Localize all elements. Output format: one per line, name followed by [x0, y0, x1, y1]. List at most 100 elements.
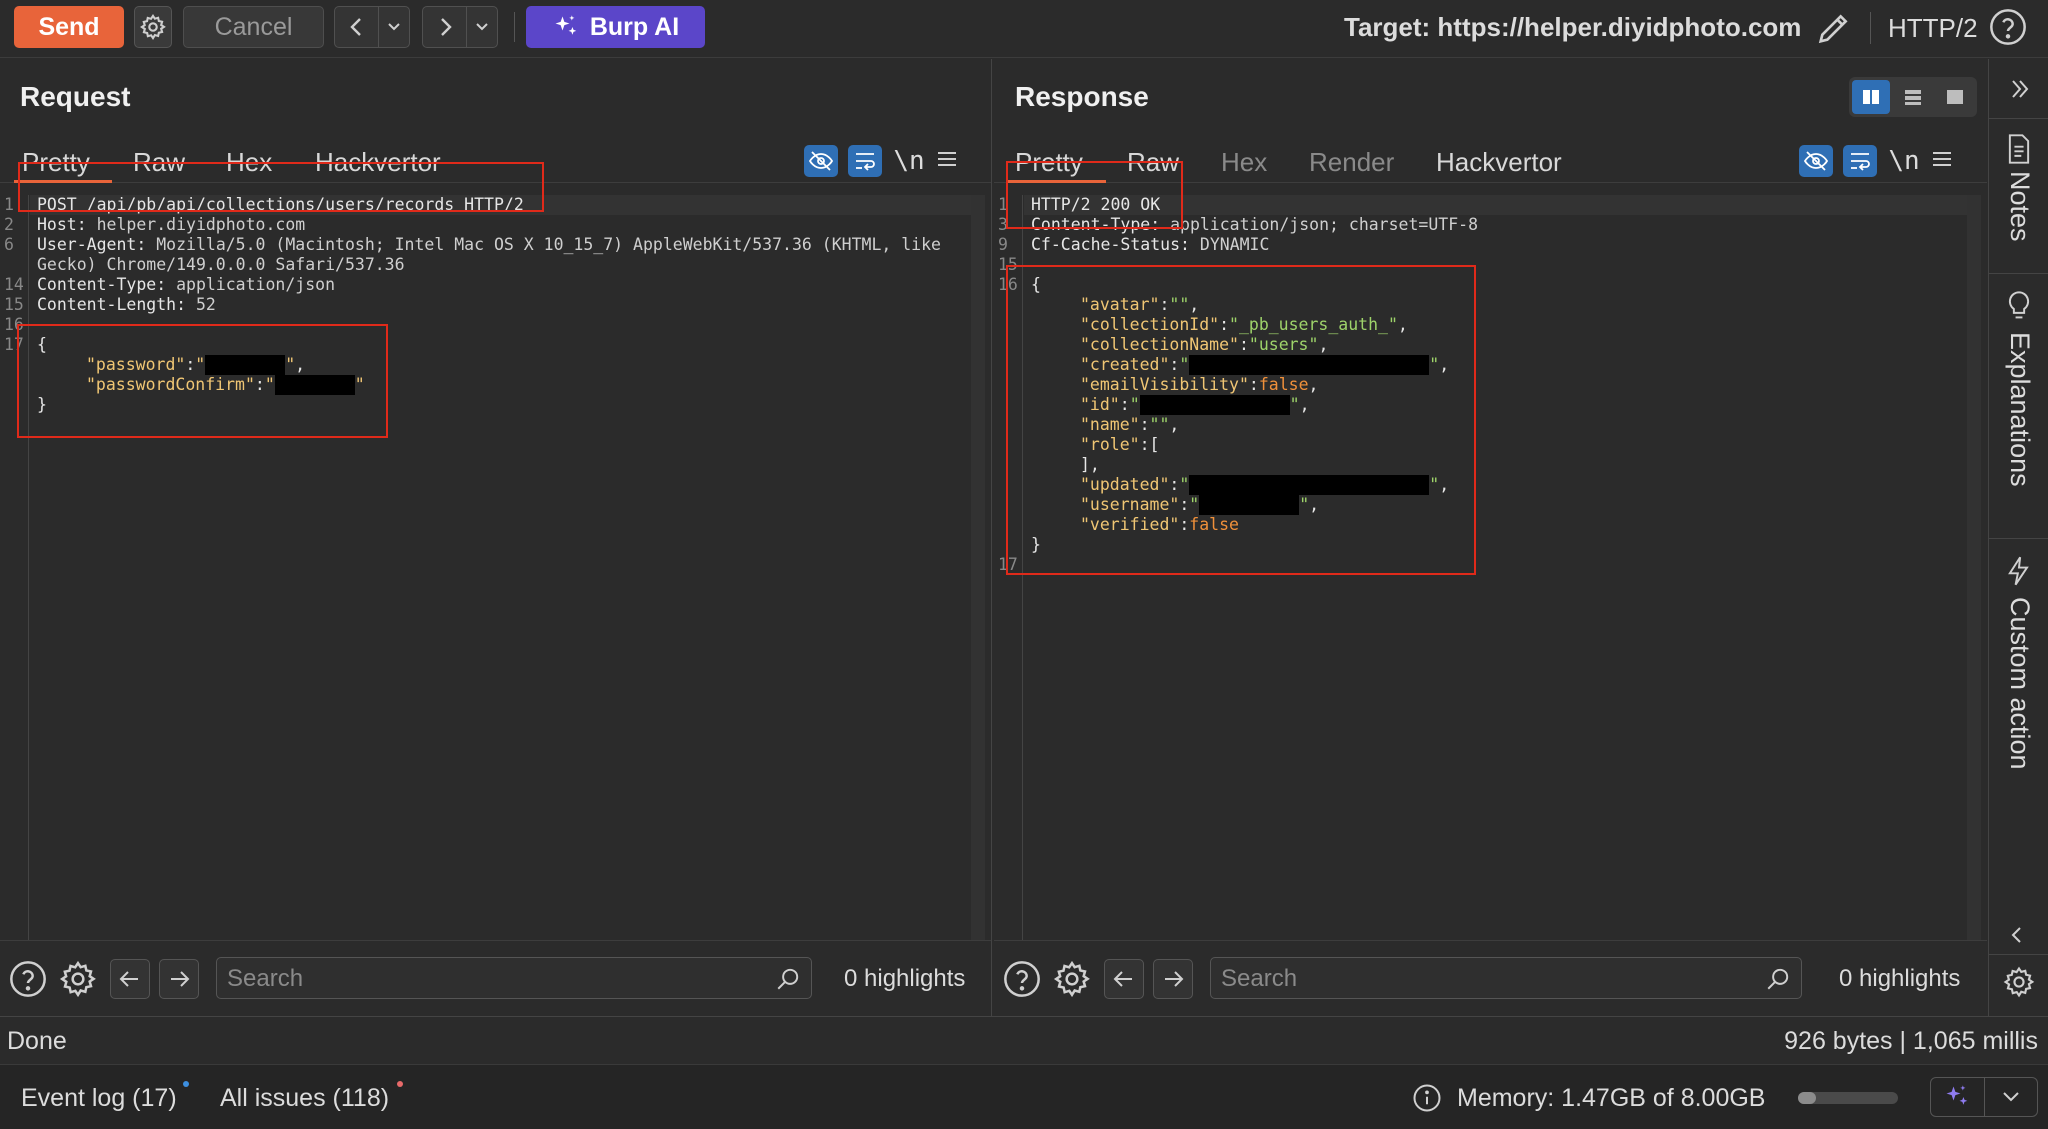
header-name: Host:	[37, 215, 87, 234]
request-search-bar: Search 0 highlights	[0, 940, 991, 1016]
response-tab-hex[interactable]: Hex	[1221, 147, 1267, 178]
next-request-group	[422, 6, 498, 48]
gear-icon	[2003, 966, 2035, 998]
rows-icon	[1905, 90, 1921, 105]
request-editor[interactable]: 1 POST /api/pb/api/collections/users/reco…	[0, 195, 991, 940]
response-search-input[interactable]: Search	[1210, 957, 1802, 999]
layout-toggle	[1849, 77, 1977, 117]
sidebar-label: Notes	[2005, 171, 2035, 242]
event-log-link[interactable]: Event log (17)	[21, 1084, 177, 1113]
header-name: User-Agent:	[37, 235, 147, 254]
request-editor-options: \n	[804, 145, 958, 177]
send-settings-button[interactable]	[134, 6, 172, 48]
search-icon	[777, 968, 799, 990]
editor-menu-button[interactable]	[936, 149, 958, 174]
search-icon	[1767, 968, 1789, 990]
arrow-right-icon	[1165, 971, 1184, 987]
request-scrollbar[interactable]	[971, 195, 985, 940]
cancel-button[interactable]: Cancel	[183, 6, 324, 48]
header-value: DYNAMIC	[1189, 235, 1270, 254]
next-history-dropdown[interactable]	[467, 7, 497, 47]
burp-ai-label: Burp AI	[589, 12, 680, 41]
http-version-label[interactable]: HTTP/2	[1888, 13, 1978, 44]
all-issues-link[interactable]: All issues (118)	[220, 1084, 389, 1113]
response-scrollbar[interactable]	[1967, 195, 1981, 940]
response-editor-options: \n	[1799, 145, 1953, 177]
hide-non-printable-button[interactable]	[804, 145, 838, 177]
info-icon	[1413, 1084, 1441, 1112]
search-settings-button[interactable]	[58, 959, 98, 1004]
search-settings-button[interactable]	[1052, 959, 1092, 1004]
burp-ai-button[interactable]: Burp AI	[526, 6, 705, 48]
help-icon	[1004, 961, 1040, 997]
pencil-icon	[1818, 14, 1848, 44]
search-previous-button[interactable]	[1104, 959, 1144, 999]
annotation-box-request-body	[17, 324, 388, 438]
next-button[interactable]	[423, 7, 467, 47]
annotation-box-response-body	[1006, 265, 1476, 575]
line-number: 6	[4, 235, 14, 254]
response-tab-hackvertor[interactable]: Hackvertor	[1436, 147, 1562, 178]
search-next-button[interactable]	[1153, 959, 1193, 999]
header-value: Mozilla/5.0 (Macintosh; Intel Mac OS X 1…	[146, 235, 941, 254]
layout-side-by-side-button[interactable]	[1852, 80, 1890, 114]
search-next-button[interactable]	[159, 959, 199, 999]
wrap-text-icon	[1851, 153, 1870, 171]
toolbar-divider	[514, 12, 515, 42]
previous-history-dropdown[interactable]	[379, 7, 409, 47]
editor-menu-button[interactable]	[1931, 149, 1953, 174]
hamburger-menu-icon	[1933, 151, 1951, 166]
line-number: 2	[4, 215, 14, 234]
sidebar-item-notes[interactable]: Notes	[1989, 119, 2048, 274]
help-button[interactable]	[1988, 7, 2028, 52]
response-stats: 926 bytes | 1,065 millis	[1784, 1027, 2038, 1055]
collapse-sidebar-button[interactable]	[1989, 59, 2048, 119]
request-search-input[interactable]: Search	[216, 957, 812, 999]
search-help-button[interactable]	[1002, 959, 1042, 1004]
single-pane-icon	[1947, 90, 1963, 104]
hide-non-printable-button[interactable]	[1799, 145, 1833, 177]
header-name: Content-Type:	[37, 275, 167, 294]
ai-menu-dropdown[interactable]	[1985, 1078, 2038, 1116]
toolbar: Send Cancel Burp AI Target: https://help…	[0, 0, 2048, 58]
chevron-left-icon[interactable]	[2009, 925, 2025, 945]
ai-assistant-button[interactable]	[1931, 1078, 1985, 1116]
sidebar-label: Explanations	[2005, 332, 2035, 487]
gutter-divider	[28, 195, 29, 940]
header-value: application/json	[166, 275, 336, 294]
header-value: 52	[186, 295, 216, 314]
sidebar-settings-button[interactable]	[2002, 965, 2036, 1004]
edit-target-button[interactable]	[1814, 8, 1854, 53]
layout-stacked-button[interactable]	[1894, 80, 1932, 114]
columns-icon	[1863, 90, 1879, 104]
target-url: Target: https://helper.diyidphoto.com	[1344, 12, 1802, 42]
word-wrap-button[interactable]	[1843, 145, 1877, 177]
sidebar-item-custom-action[interactable]: Custom action	[1989, 539, 2048, 804]
response-tab-render[interactable]: Render	[1309, 147, 1394, 178]
header-value: Gecko) Chrome/149.0.0.0 Safari/537.36	[37, 255, 405, 274]
send-button[interactable]: Send	[14, 6, 124, 48]
notes-icon	[2008, 134, 2030, 164]
search-help-button[interactable]	[8, 959, 48, 1004]
wrap-text-icon	[856, 153, 875, 171]
gear-icon	[140, 14, 166, 41]
lightbulb-icon	[2008, 291, 2030, 319]
gear-icon	[1053, 960, 1090, 998]
lightning-icon	[2008, 556, 2029, 586]
show-newlines-button[interactable]: \n	[1887, 146, 1921, 176]
right-sidebar: Notes Explanations Custom action	[1988, 59, 2048, 1016]
status-bar: Done 926 bytes | 1,065 millis	[0, 1016, 2048, 1064]
help-icon	[1990, 9, 2026, 45]
sidebar-item-explanations[interactable]: Explanations	[1989, 274, 2048, 539]
response-panel: Response Pretty Raw Hex Render Hackverto…	[994, 59, 1987, 1016]
event-log-badge	[183, 1081, 189, 1087]
search-previous-button[interactable]	[110, 959, 150, 999]
layout-single-button[interactable]	[1936, 80, 1974, 114]
header-name: Cf-Cache-Status:	[1031, 235, 1190, 254]
previous-button[interactable]	[335, 7, 379, 47]
chevron-left-icon	[349, 18, 361, 36]
annotation-box-request-line	[18, 162, 544, 212]
memory-bar	[1798, 1092, 1898, 1104]
show-newlines-button[interactable]: \n	[892, 146, 926, 176]
word-wrap-button[interactable]	[848, 145, 882, 177]
